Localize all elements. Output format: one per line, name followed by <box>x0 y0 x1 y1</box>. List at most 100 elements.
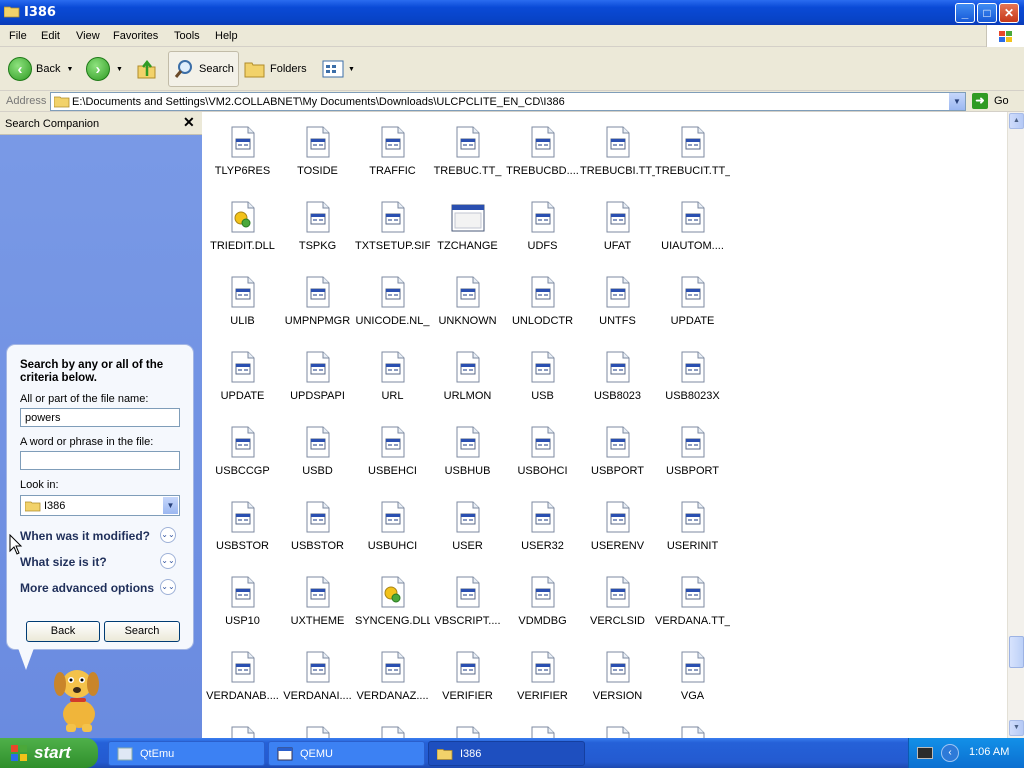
scroll-thumb[interactable] <box>1009 636 1024 668</box>
file-item[interactable]: TRAFFIC <box>355 126 430 201</box>
file-item[interactable]: TZCHANGE <box>430 201 505 276</box>
address-field[interactable]: E:\Documents and Settings\VM2.COLLABNET\… <box>50 92 966 111</box>
file-item[interactable]: USERINIT <box>655 501 730 576</box>
forward-dropdown-icon[interactable]: ▼ <box>116 66 123 73</box>
file-item[interactable]: ULIB <box>205 276 280 351</box>
file-item[interactable]: USBEHCI <box>355 426 430 501</box>
file-item[interactable]: UNKNOWN <box>430 276 505 351</box>
look-in-select[interactable]: I386 ▼ <box>20 495 180 516</box>
file-item[interactable]: TRIEDIT.DLL <box>205 201 280 276</box>
option-size[interactable]: What size is it? ⌄⌄ <box>20 553 180 571</box>
file-item[interactable]: URLMON <box>430 351 505 426</box>
file-item[interactable] <box>280 726 355 738</box>
file-item[interactable]: VGA <box>655 651 730 726</box>
file-item[interactable]: SYNCENG.DLL <box>355 576 430 651</box>
close-pane-icon[interactable]: ✕ <box>183 114 195 131</box>
file-item[interactable]: TOSIDE <box>280 126 355 201</box>
filename-input[interactable] <box>20 408 180 427</box>
search-toolbar-button[interactable]: Search <box>168 51 239 87</box>
file-item[interactable]: UMPNPMGR <box>280 276 355 351</box>
show-hidden-icons-icon[interactable]: ‹ <box>941 744 959 762</box>
file-item[interactable] <box>355 726 430 738</box>
file-item[interactable]: USBD <box>280 426 355 501</box>
scroll-down-icon[interactable]: ▼ <box>1009 720 1024 736</box>
address-dropdown-icon[interactable]: ▼ <box>949 93 965 110</box>
views-button[interactable]: ▼ <box>322 51 355 87</box>
minimize-button[interactable]: _ <box>955 3 975 23</box>
file-item[interactable]: USB8023 <box>580 351 655 426</box>
file-item[interactable]: TLYP6RES <box>205 126 280 201</box>
menu-view[interactable]: View <box>76 30 100 42</box>
vertical-scrollbar[interactable]: ▲ ▼ <box>1007 112 1024 738</box>
scroll-up-icon[interactable]: ▲ <box>1009 113 1024 129</box>
task-qtemu[interactable]: QtEmu <box>108 741 265 766</box>
file-item[interactable]: USER32 <box>505 501 580 576</box>
expand-icon[interactable]: ⌄⌄ <box>160 579 176 595</box>
option-modified[interactable]: When was it modified? ⌄⌄ <box>20 527 180 545</box>
file-item[interactable]: USBPORT <box>580 426 655 501</box>
folders-button[interactable]: Folders <box>244 51 307 87</box>
menu-help[interactable]: Help <box>215 30 238 42</box>
file-item[interactable]: UNLODCTR <box>505 276 580 351</box>
file-item[interactable]: USBHUB <box>430 426 505 501</box>
file-item[interactable]: VERIFIER <box>430 651 505 726</box>
file-item[interactable]: UNTFS <box>580 276 655 351</box>
option-advanced[interactable]: More advanced options ⌄⌄ <box>20 579 180 597</box>
file-item[interactable]: USERENV <box>580 501 655 576</box>
file-item[interactable]: USER <box>430 501 505 576</box>
file-item[interactable]: VERSION <box>580 651 655 726</box>
expand-icon[interactable]: ⌄⌄ <box>160 553 176 569</box>
menu-edit[interactable]: Edit <box>41 30 60 42</box>
file-item[interactable]: USBSTOR <box>280 501 355 576</box>
back-dropdown-icon[interactable]: ▼ <box>66 66 73 73</box>
task-i386[interactable]: I386 <box>428 741 585 766</box>
menu-favorites[interactable]: Favorites <box>113 30 158 42</box>
file-item[interactable]: TXTSETUP.SIF <box>355 201 430 276</box>
title-bar[interactable]: I386 _ □ ✕ <box>0 0 1024 25</box>
chevron-down-icon[interactable]: ▼ <box>163 497 178 514</box>
file-item[interactable]: VERDANAB.... <box>205 651 280 726</box>
file-item[interactable]: UIAUTOM.... <box>655 201 730 276</box>
file-item[interactable]: USB8023X <box>655 351 730 426</box>
file-item[interactable]: TREBUCBI.TT_ <box>580 126 655 201</box>
file-item[interactable]: USP10 <box>205 576 280 651</box>
file-item[interactable]: VERCLSID <box>580 576 655 651</box>
file-item[interactable]: USBSTOR <box>205 501 280 576</box>
file-item[interactable]: TSPKG <box>280 201 355 276</box>
file-item[interactable]: VBSCRIPT.... <box>430 576 505 651</box>
up-folder-button[interactable] <box>136 51 158 87</box>
forward-button[interactable]: › ▼ <box>86 51 123 87</box>
file-item[interactable]: UPDSPAPI <box>280 351 355 426</box>
go-button[interactable]: ➜ Go <box>972 93 1009 109</box>
file-item[interactable]: USB <box>505 351 580 426</box>
file-item[interactable]: VERDANAZ.... <box>355 651 430 726</box>
file-item[interactable]: VERDANAI.... <box>280 651 355 726</box>
file-item[interactable]: UPDATE <box>655 276 730 351</box>
expand-icon[interactable]: ⌄⌄ <box>160 527 176 543</box>
file-item[interactable]: VERIFIER <box>505 651 580 726</box>
file-item[interactable]: URL <box>355 351 430 426</box>
file-item[interactable]: USBOHCI <box>505 426 580 501</box>
keyboard-icon[interactable] <box>917 747 933 759</box>
close-button[interactable]: ✕ <box>999 3 1019 23</box>
file-item[interactable]: UXTHEME <box>280 576 355 651</box>
back-button[interactable]: ‹ Back ▼ <box>8 51 73 87</box>
menu-tools[interactable]: Tools <box>174 30 200 42</box>
start-button[interactable]: start <box>0 738 98 768</box>
file-item[interactable] <box>430 726 505 738</box>
phrase-input[interactable] <box>20 451 180 470</box>
views-dropdown-icon[interactable]: ▼ <box>348 66 355 73</box>
clock[interactable]: 1:06 AM <box>969 746 1009 758</box>
file-item[interactable]: USBPORT <box>655 426 730 501</box>
file-item[interactable] <box>205 726 280 738</box>
file-item[interactable]: TREBUCIT.TT_ <box>655 126 730 201</box>
file-item[interactable] <box>655 726 730 738</box>
back-search-button[interactable]: Back <box>26 621 100 642</box>
file-item[interactable]: VERDANA.TT_ <box>655 576 730 651</box>
file-item[interactable] <box>505 726 580 738</box>
file-item[interactable]: USBCCGP <box>205 426 280 501</box>
file-item[interactable]: UFAT <box>580 201 655 276</box>
maximize-button[interactable]: □ <box>977 3 997 23</box>
file-item[interactable]: TREBUCBD.... <box>505 126 580 201</box>
file-item[interactable] <box>580 726 655 738</box>
